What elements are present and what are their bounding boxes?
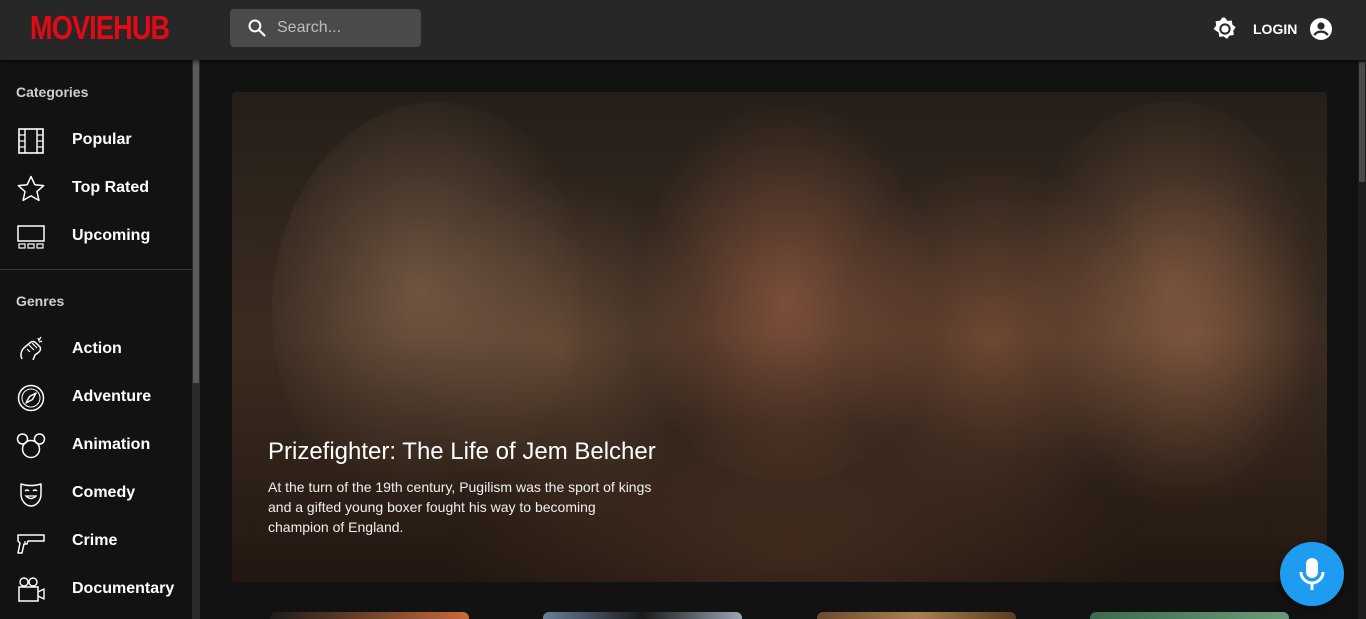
video-camera-icon (18, 577, 45, 602)
sidebar: Categories Popular Top Rated Upcoming Ge… (0, 60, 192, 619)
search-box[interactable] (230, 9, 421, 47)
movie-card[interactable] (270, 612, 469, 619)
sidebar-item-animation[interactable]: Animation (0, 421, 192, 469)
genres-heading: Genres (16, 293, 65, 309)
movie-card[interactable] (543, 612, 742, 619)
search-input[interactable] (277, 19, 407, 37)
logo[interactable]: MOVIEHUB (30, 8, 170, 48)
sidebar-item-label: Adventure (72, 388, 152, 405)
sidebar-item-documentary[interactable]: Documentary (0, 565, 192, 613)
search-icon (248, 19, 266, 37)
voice-command-button[interactable] (1280, 542, 1344, 606)
star-icon (17, 175, 45, 202)
sidebar-item-crime[interactable]: Crime (0, 517, 192, 565)
sidebar-scrollbar-thumb[interactable] (193, 60, 199, 383)
theme-toggle-button[interactable] (1212, 16, 1238, 42)
microphone-icon (1299, 558, 1325, 590)
sidebar-item-adventure[interactable]: Adventure (0, 373, 192, 421)
mouse-ears-icon (16, 433, 46, 459)
sidebar-item-label: Crime (72, 532, 118, 549)
main-scrollbar-thumb[interactable] (1359, 62, 1365, 182)
brightness-icon (1213, 17, 1236, 39)
login-label: LOGIN (1253, 21, 1298, 37)
sidebar-divider (0, 269, 192, 270)
top-app-bar: MOVIEHUB LOGIN (0, 0, 1366, 60)
comedy-mask-icon (20, 483, 42, 507)
categories-heading: Categories (16, 84, 89, 100)
action-icon (20, 336, 43, 361)
featured-movie-banner[interactable]: Prizefighter: The Life of Jem Belcher At… (232, 92, 1327, 582)
sidebar-item-top-rated[interactable]: Top Rated (0, 164, 192, 212)
featured-description: At the turn of the 19th century, Pugilis… (268, 479, 652, 535)
film-icon (18, 128, 44, 154)
sidebar-item-label: Popular (72, 131, 132, 148)
theater-icon (17, 225, 45, 249)
sidebar-item-label: Comedy (72, 484, 136, 501)
sidebar-item-label: Animation (72, 436, 151, 453)
sidebar-item-label: Top Rated (72, 179, 150, 196)
login-button[interactable]: LOGIN (1253, 16, 1333, 42)
featured-title: Prizefighter: The Life of Jem Belcher (268, 438, 656, 465)
sidebar-item-label: Documentary (72, 580, 175, 597)
movie-card[interactable] (1090, 612, 1289, 619)
gun-icon (17, 534, 45, 554)
account-circle-icon (1310, 18, 1333, 40)
sidebar-item-label: Upcoming (72, 227, 151, 244)
sidebar-item-comedy[interactable]: Comedy (0, 469, 192, 517)
compass-icon (17, 384, 45, 412)
sidebar-item-action[interactable]: Action (0, 325, 192, 373)
sidebar-item-popular[interactable]: Popular (0, 116, 192, 164)
movie-card[interactable] (817, 612, 1016, 619)
sidebar-item-label: Action (72, 340, 122, 357)
sidebar-item-upcoming[interactable]: Upcoming (0, 212, 192, 260)
